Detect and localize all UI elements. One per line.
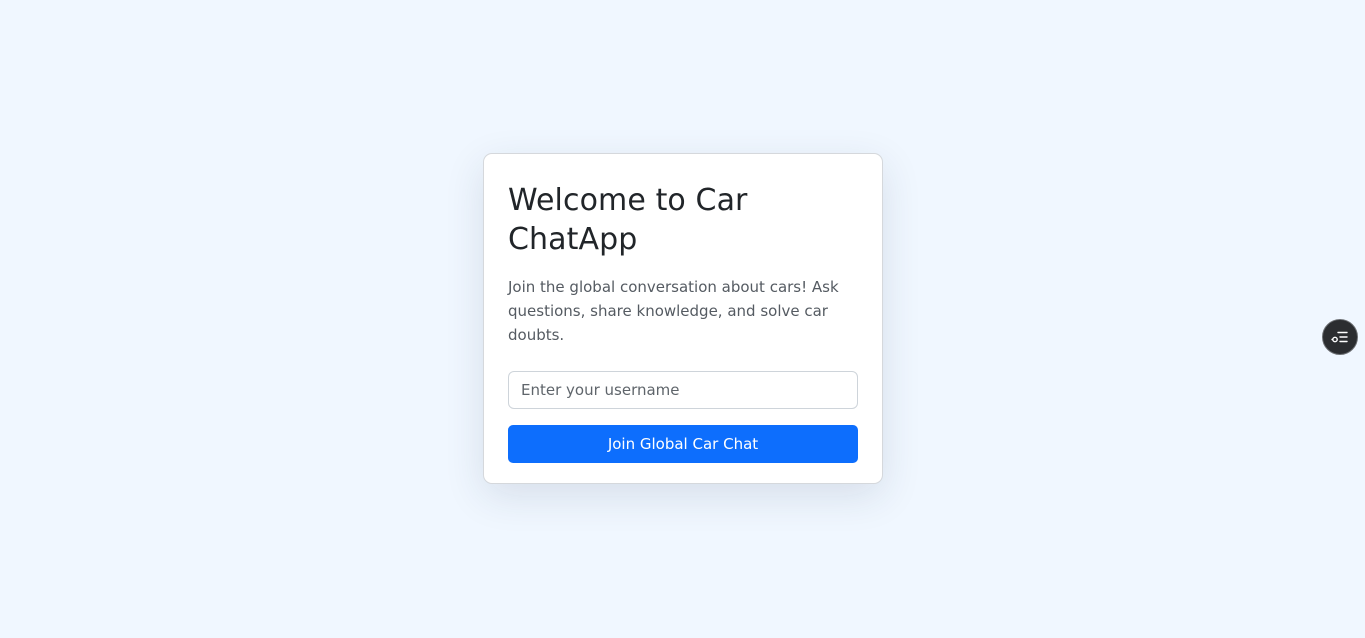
username-input[interactable] (508, 371, 858, 409)
login-card: Welcome to Car ChatApp Join the global c… (483, 153, 883, 484)
page-title: Welcome to Car ChatApp (508, 183, 748, 257)
welcome-description: Join the global conversation about cars!… (508, 278, 839, 344)
floating-widget-button[interactable] (1322, 319, 1358, 355)
list-settings-icon (1331, 330, 1349, 344)
join-chat-button[interactable]: Join Global Car Chat (508, 425, 858, 463)
page: Welcome to Car ChatApp Join the global c… (0, 0, 1365, 638)
